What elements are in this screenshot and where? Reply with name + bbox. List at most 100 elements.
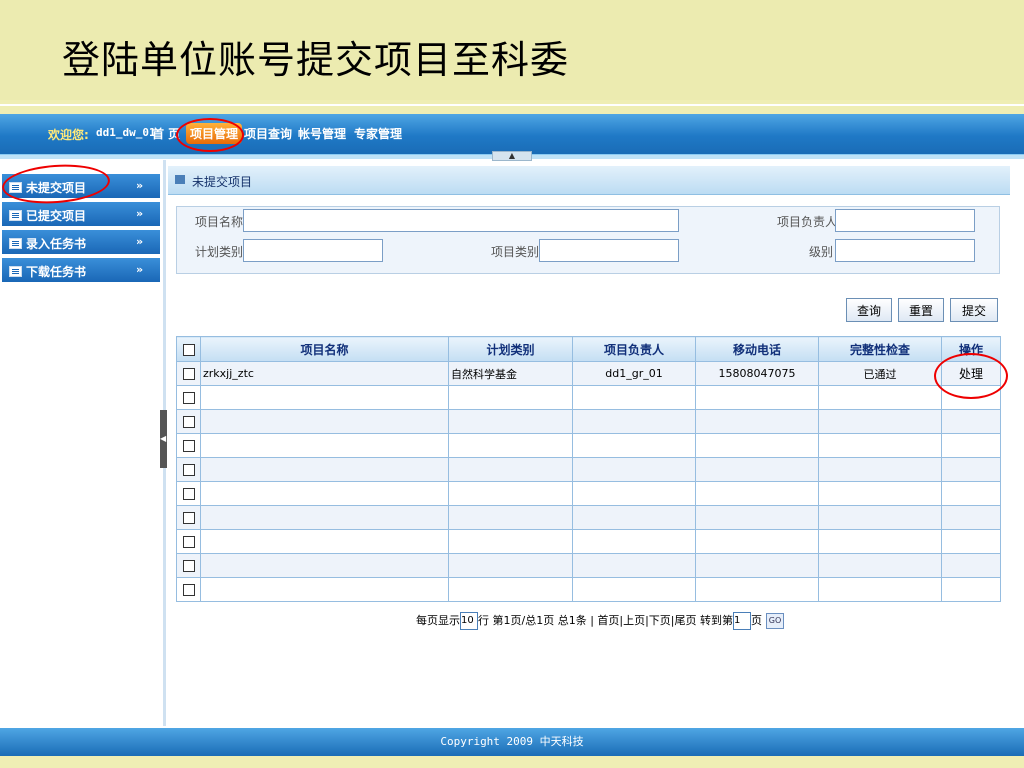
row-checkbox[interactable]: [182, 416, 195, 428]
table-cell: [448, 457, 573, 482]
table-cell: [941, 529, 1001, 554]
row-select-cell[interactable]: [176, 433, 201, 458]
table-cell: [448, 553, 573, 578]
row-checkbox[interactable]: [182, 440, 195, 452]
project-category-input[interactable]: [539, 239, 679, 262]
sidebar-item-label: 录入任务书: [26, 237, 87, 251]
goto-page-input[interactable]: 1: [733, 612, 752, 630]
submit-button[interactable]: 提交: [950, 298, 998, 322]
table-cell: [200, 577, 449, 602]
row-select-cell[interactable]: [176, 385, 201, 410]
list-icon: [9, 266, 22, 277]
project-name-input[interactable]: [243, 209, 679, 232]
per-page-input[interactable]: 10: [460, 612, 478, 630]
col-header-check[interactable]: 完整性检查: [818, 336, 942, 362]
chevron-left-icon: ◀: [160, 434, 167, 443]
col-header-phone[interactable]: 移动电话: [695, 336, 819, 362]
table-cell: [818, 529, 942, 554]
chevron-down-icon: »: [136, 207, 144, 220]
sidebar-item-download-task[interactable]: 下载任务书 »: [2, 258, 160, 282]
row-checkbox[interactable]: [182, 392, 195, 404]
top-navigation: 欢迎您: dd1_dw_01 首 页 项目管理 项目查询 帐号管理 专家管理: [0, 114, 1024, 155]
table-cell: [572, 577, 696, 602]
level-input[interactable]: [835, 239, 975, 262]
row-select-cell[interactable]: [176, 409, 201, 434]
col-header-plan[interactable]: 计划类别: [448, 336, 573, 362]
leader-input[interactable]: [835, 209, 975, 232]
table-cell: [695, 577, 819, 602]
list-icon: [9, 210, 22, 221]
sidebar-item-label: 下载任务书: [26, 265, 87, 279]
plan-category-input[interactable]: [243, 239, 383, 262]
panel-header: 未提交项目: [168, 166, 1010, 195]
nav-account-management[interactable]: 帐号管理: [298, 125, 346, 142]
query-button[interactable]: 查询: [846, 298, 892, 322]
table-cell: [200, 433, 449, 458]
table-cell: [818, 553, 942, 578]
row-select-cell[interactable]: [176, 361, 201, 386]
table-cell: [448, 385, 573, 410]
slide-title-bar: 登陆单位账号提交项目至科委: [0, 0, 1024, 100]
table-row[interactable]: [176, 433, 1001, 458]
collapse-header-toggle[interactable]: ▲: [492, 151, 532, 161]
table-row[interactable]: [176, 553, 1001, 578]
sidebar-item-submitted[interactable]: 已提交项目 »: [2, 202, 160, 226]
per-page-label: 每页显示: [416, 614, 460, 627]
table-row[interactable]: zrkxjj_ztc 自然科学基金 dd1_gr_01 15808047075 …: [176, 361, 1001, 386]
table-cell: [941, 433, 1001, 458]
table-row[interactable]: [176, 385, 1001, 410]
table-row[interactable]: [176, 481, 1001, 506]
cell-check-status: 已通过: [818, 361, 942, 386]
row-checkbox[interactable]: [182, 512, 195, 524]
row-select-cell[interactable]: [176, 553, 201, 578]
table-cell: [200, 505, 449, 530]
table-row[interactable]: [176, 505, 1001, 530]
nav-expert-management[interactable]: 专家管理: [354, 125, 402, 142]
reset-button[interactable]: 重置: [898, 298, 944, 322]
row-checkbox[interactable]: [182, 368, 195, 380]
row-select-cell[interactable]: [176, 481, 201, 506]
table-row[interactable]: [176, 577, 1001, 602]
table-cell: [941, 505, 1001, 530]
table-row[interactable]: [176, 529, 1001, 554]
title-divider: [0, 104, 1024, 106]
table-cell: [200, 481, 449, 506]
row-checkbox[interactable]: [182, 464, 195, 476]
table-cell: [941, 577, 1001, 602]
sidebar-item-enter-task[interactable]: 录入任务书 »: [2, 230, 160, 254]
pager-summary[interactable]: 行 第1页/总1页 总1条 | 首页|上页|下页|尾页 转到第: [478, 614, 733, 627]
table-cell: [695, 505, 819, 530]
row-select-cell[interactable]: [176, 457, 201, 482]
table-cell: [695, 385, 819, 410]
select-all-cell[interactable]: [176, 336, 201, 362]
row-checkbox[interactable]: [182, 488, 195, 500]
sidebar-item-label: 已提交项目: [26, 209, 87, 223]
table-cell: [941, 409, 1001, 434]
table-cell: [818, 577, 942, 602]
sidebar-splitter[interactable]: ◀: [160, 410, 167, 468]
row-select-cell[interactable]: [176, 505, 201, 530]
row-checkbox[interactable]: [182, 584, 195, 596]
col-header-leader[interactable]: 项目负责人: [572, 336, 696, 362]
table-cell: [200, 385, 449, 410]
row-checkbox[interactable]: [182, 536, 195, 548]
chevron-down-icon: »: [136, 263, 144, 276]
panel-icon: [175, 175, 185, 184]
go-button[interactable]: GO: [766, 613, 785, 629]
row-select-cell[interactable]: [176, 529, 201, 554]
row-select-cell[interactable]: [176, 577, 201, 602]
projects-table: 项目名称 计划类别 项目负责人 移动电话 完整性检查 操作 zrkxjj_ztc…: [176, 336, 1001, 602]
table-cell: [695, 481, 819, 506]
row-checkbox[interactable]: [182, 560, 195, 572]
nav-project-query[interactable]: 项目查询: [244, 125, 292, 142]
table-cell: [200, 529, 449, 554]
search-form: 项目名称 项目负责人 计划类别 项目类别 级别: [176, 206, 1000, 274]
select-all-checkbox[interactable]: [182, 343, 195, 356]
table-row[interactable]: [176, 457, 1001, 482]
slide-title: 登陆单位账号提交项目至科委: [62, 38, 570, 82]
table-cell: [572, 481, 696, 506]
list-icon: [9, 238, 22, 249]
table-row[interactable]: [176, 409, 1001, 434]
col-header-name[interactable]: 项目名称: [200, 336, 449, 362]
table-cell: [448, 409, 573, 434]
